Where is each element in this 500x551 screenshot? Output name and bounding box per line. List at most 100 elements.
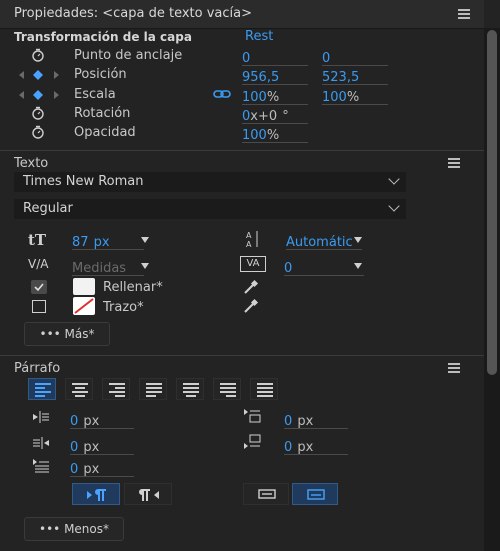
rotation-rest: x+0 [250, 109, 278, 124]
rotation-field[interactable]: 0x+0 ° [242, 105, 308, 124]
paragraph-section-menu-icon[interactable] [448, 363, 460, 373]
font-size-value: 87 [72, 235, 89, 250]
text-section-title: Texto [14, 156, 49, 171]
align-right-icon [109, 383, 125, 399]
opacity-label: Opacidad [74, 125, 136, 140]
dropdown-arrow-icon[interactable] [354, 263, 362, 269]
dropdown-arrow-icon[interactable] [141, 237, 149, 243]
scale-y-field[interactable]: 100% [322, 86, 388, 105]
keyframe-nav-icon[interactable] [18, 90, 62, 100]
justify-left-button[interactable] [139, 378, 167, 400]
font-style-dropdown[interactable]: Regular [14, 199, 406, 219]
rtl-paragraph-icon [139, 489, 159, 501]
dropdown-arrow-icon[interactable] [354, 237, 362, 243]
text-box-icon [307, 489, 325, 500]
scale-y-value: 100 [322, 90, 347, 105]
justify-right-icon [220, 383, 236, 399]
scale-x-unit: % [266, 90, 280, 105]
stroke-color-swatch[interactable] [73, 297, 95, 315]
align-left-button[interactable] [28, 378, 56, 400]
justify-all-icon [257, 383, 273, 399]
fill-color-swatch[interactable] [73, 278, 95, 295]
indent-left-unit: px [83, 414, 100, 429]
anchor-x-value: 0 [242, 51, 251, 66]
leading-value: Automátic [286, 235, 353, 250]
fill-checkbox[interactable] [31, 280, 47, 294]
justify-all-button[interactable] [250, 378, 278, 400]
anchor-point-label: Punto de anclaje [74, 48, 183, 63]
justify-left-icon [146, 383, 162, 399]
eyedropper-icon[interactable] [243, 298, 259, 314]
leading-icon: A A [246, 231, 258, 249]
position-y-value: 523,5 [322, 70, 360, 85]
text-box-option-button[interactable] [243, 483, 289, 505]
less-button-label: Menos* [64, 522, 109, 536]
stroke-checkbox[interactable] [32, 300, 46, 313]
stopwatch-icon[interactable] [31, 106, 45, 120]
space-before-value: 0 [284, 414, 293, 429]
less-button[interactable]: ••• Menos* [24, 517, 124, 541]
leading-field[interactable]: Automátic [286, 231, 362, 250]
scale-x-field[interactable]: 100% [242, 86, 308, 105]
stopwatch-icon[interactable] [31, 125, 45, 139]
font-size-field[interactable]: 87 px [72, 231, 144, 250]
anchor-y-field[interactable]: 0 [322, 47, 388, 66]
scale-y-unit: % [346, 90, 360, 105]
transform-reset-link[interactable]: Rest [245, 29, 273, 44]
ellipsis-icon: ••• [39, 522, 61, 536]
kerning-field[interactable]: Medidas [72, 257, 144, 276]
justify-right-button[interactable] [213, 378, 241, 400]
font-style-value: Regular [23, 201, 73, 216]
space-after-unit: px [297, 440, 314, 455]
anchor-y-value: 0 [322, 51, 331, 66]
properties-panel: Propiedades: <capa de texto vacía> Trans… [0, 0, 500, 551]
ellipsis-icon: ••• [39, 327, 61, 341]
text-section-menu-icon[interactable] [448, 158, 460, 168]
position-x-value: 956,5 [242, 70, 280, 85]
indent-right-field[interactable]: 0 px [70, 436, 134, 455]
position-x-field[interactable]: 956,5 [242, 66, 308, 85]
space-before-field[interactable]: 0 px [284, 410, 348, 429]
space-before-icon [244, 409, 261, 423]
scale-x-value: 100 [242, 90, 267, 105]
align-right-button[interactable] [102, 378, 130, 400]
rtl-direction-button[interactable] [124, 483, 172, 505]
indent-right-value: 0 [70, 440, 79, 455]
svg-text:A: A [246, 240, 252, 249]
anchor-x-field[interactable]: 0 [242, 47, 308, 66]
indent-right-unit: px [83, 440, 100, 455]
tracking-icon: VA [240, 256, 266, 272]
space-after-value: 0 [284, 440, 293, 455]
indent-left-field[interactable]: 0 px [70, 410, 134, 429]
font-family-dropdown[interactable]: Times New Roman [14, 172, 406, 192]
transform-section-title: Transformación de la capa [14, 30, 192, 44]
svg-text:A: A [246, 231, 252, 240]
more-button[interactable]: ••• Más* [24, 322, 110, 346]
panel-title: Propiedades: <capa de texto vacía> [14, 6, 252, 21]
first-line-indent-field[interactable]: 0 px [70, 458, 134, 477]
first-line-indent-icon [33, 459, 49, 473]
opacity-field[interactable]: 100% [242, 124, 308, 143]
kerning-icon: V/A [28, 257, 49, 271]
font-family-value: Times New Roman [23, 174, 144, 189]
panel-menu-icon[interactable] [458, 9, 470, 19]
dropdown-arrow-icon[interactable] [141, 263, 149, 269]
eyedropper-icon[interactable] [243, 279, 259, 295]
link-icon[interactable] [213, 89, 231, 99]
text-box-option-active-button[interactable] [292, 483, 338, 505]
ltr-direction-button[interactable] [72, 483, 120, 505]
stopwatch-icon[interactable] [31, 48, 45, 62]
section-divider [0, 355, 484, 356]
scrollbar-thumb[interactable] [487, 30, 497, 375]
text-box-icon [258, 489, 276, 499]
space-after-field[interactable]: 0 px [284, 436, 348, 455]
position-y-field[interactable]: 523,5 [322, 66, 388, 85]
keyframe-nav-icon[interactable] [18, 70, 62, 80]
tracking-value: 0 [284, 261, 293, 276]
tracking-field[interactable]: 0 [284, 257, 364, 276]
scale-label: Escala [74, 87, 116, 102]
font-size-icon: tT [28, 231, 47, 249]
align-center-button[interactable] [65, 378, 93, 400]
justify-center-button[interactable] [176, 378, 204, 400]
align-left-icon [35, 383, 51, 399]
